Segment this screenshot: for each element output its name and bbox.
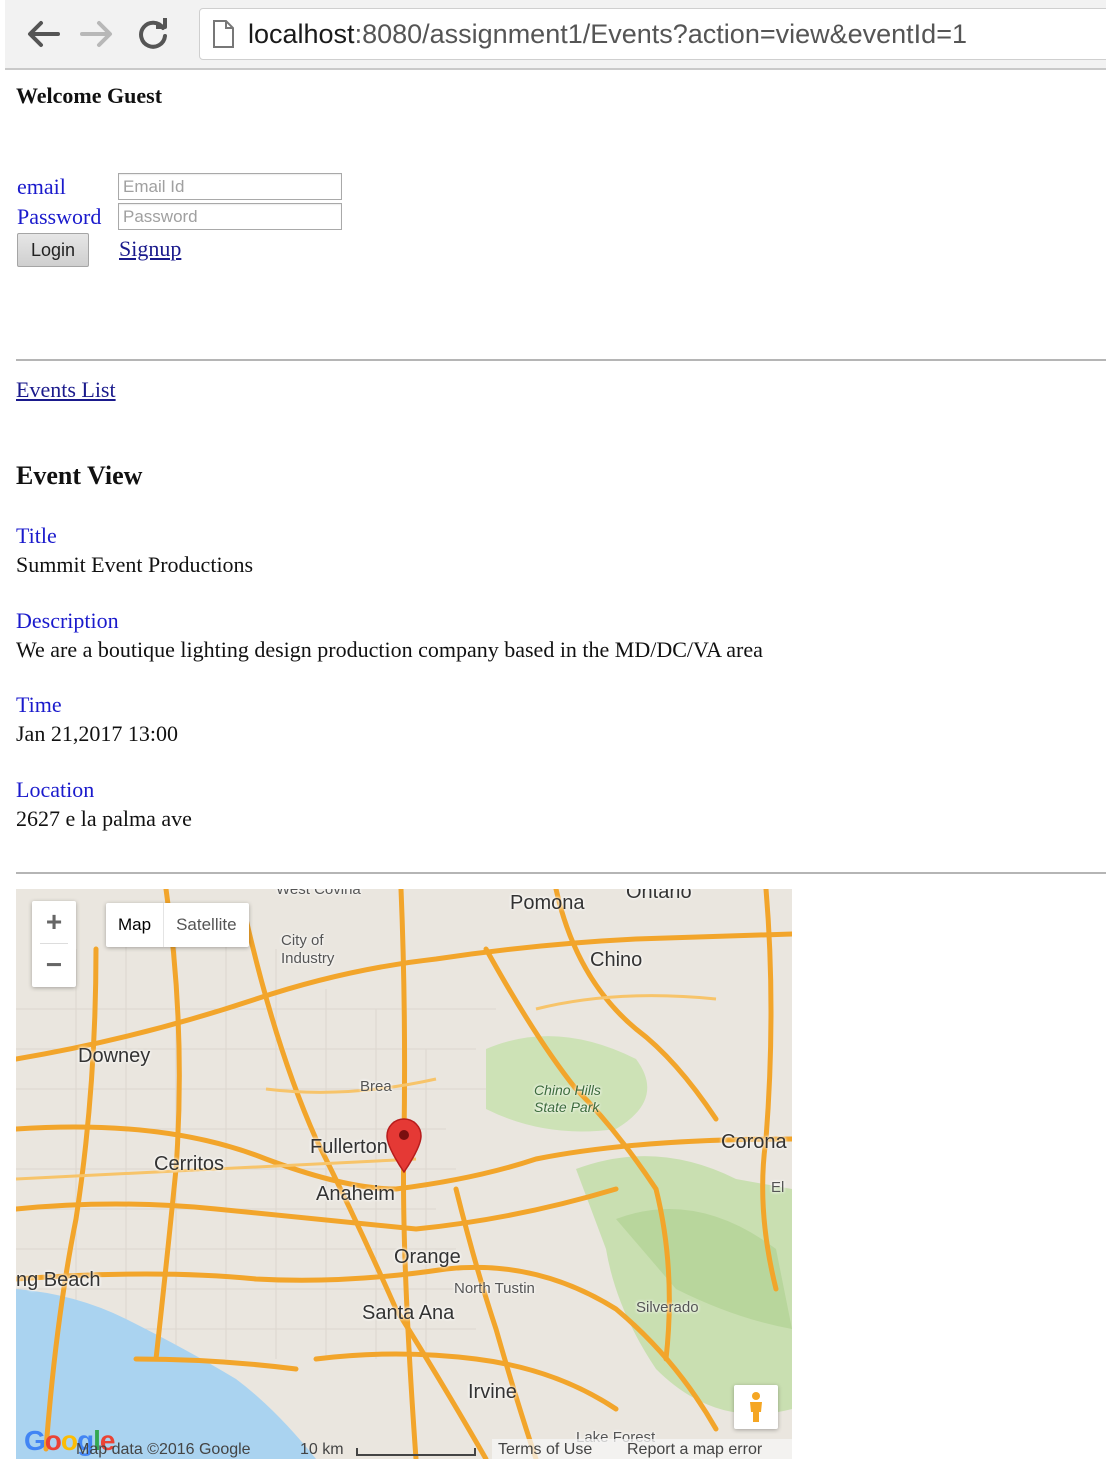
map-label-corona: Corona: [721, 1131, 787, 1153]
map-type-map-button[interactable]: Map: [106, 903, 163, 947]
map-label-city-of-industry: City of Industry: [281, 932, 335, 967]
divider: [16, 872, 1106, 874]
email-label: email: [17, 174, 66, 199]
map-label-anaheim: Anaheim: [316, 1183, 395, 1205]
zoom-controls: + −: [32, 901, 76, 987]
map-label-silverado: Silverado: [636, 1299, 699, 1316]
url-path: :8080/assignment1/Events?action=view&eve…: [354, 18, 967, 49]
map-label-chino-hills: Chino Hills State Park: [534, 1082, 601, 1115]
back-arrow-icon[interactable]: [23, 14, 63, 54]
map-type-satellite-button[interactable]: Satellite: [163, 903, 248, 947]
browser-toolbar: localhost:8080/assignment1/Events?action…: [5, 0, 1106, 70]
map-label-chino: Chino: [590, 949, 643, 971]
map-label-long-beach: ng Beach: [16, 1269, 101, 1291]
forward-arrow-icon[interactable]: [77, 14, 117, 54]
location-value: 2627 e la palma ave: [16, 806, 192, 831]
title-value: Summit Event Productions: [16, 552, 254, 577]
embedded-map[interactable]: West Covina Pomona Ontario Chino City of…: [16, 889, 792, 1459]
address-bar[interactable]: localhost:8080/assignment1/Events?action…: [199, 8, 1106, 60]
map-footer: Google Map data ©2016 Google 10 km Terms…: [16, 1425, 792, 1459]
map-type-control: Map Satellite: [106, 903, 249, 947]
map-label-pomona: Pomona: [510, 892, 585, 914]
events-list-link[interactable]: Events List: [16, 377, 116, 403]
page-icon: [212, 20, 234, 48]
location-label: Location: [16, 777, 95, 802]
map-label-irvine: Irvine: [468, 1381, 517, 1403]
login-button[interactable]: Login: [17, 233, 89, 267]
signup-link[interactable]: Signup: [119, 236, 181, 262]
map-label-west-covina: West Covina: [276, 889, 361, 898]
event-view-heading: Event View: [16, 461, 143, 490]
description-label: Description: [16, 608, 119, 633]
map-label-north-tustin: North Tustin: [454, 1280, 535, 1297]
url-host: localhost: [248, 18, 355, 49]
map-label-brea: Brea: [360, 1078, 392, 1095]
map-label-downey: Downey: [78, 1045, 151, 1067]
time-value: Jan 21,2017 13:00: [16, 721, 178, 746]
zoom-in-button[interactable]: +: [32, 901, 76, 943]
zoom-out-button[interactable]: −: [32, 944, 76, 986]
map-data-attribution: Map data ©2016 Google: [76, 1441, 251, 1458]
terms-of-use-link[interactable]: Terms of Use: [498, 1441, 592, 1459]
map-scale-bar: [356, 1448, 476, 1456]
map-label-orange: Orange: [394, 1246, 461, 1268]
password-label: Password: [17, 204, 102, 229]
map-label-fullerton: Fullerton: [310, 1136, 388, 1158]
map-marker-icon[interactable]: [386, 1118, 422, 1179]
map-scale-label: 10 km: [300, 1441, 344, 1458]
map-label-santa-ana: Santa Ana: [362, 1302, 455, 1324]
map-label-ontario: Ontario: [626, 889, 692, 903]
divider: [16, 359, 1106, 361]
pegman-icon[interactable]: [734, 1385, 778, 1429]
report-map-error-link[interactable]: Report a map error: [627, 1441, 762, 1459]
email-field[interactable]: [118, 173, 342, 200]
map-label-el: El: [771, 1179, 785, 1196]
time-label: Time: [16, 692, 62, 717]
map-label-cerritos: Cerritos: [154, 1153, 225, 1175]
welcome-heading: Welcome Guest: [16, 83, 163, 108]
password-field[interactable]: [118, 203, 342, 230]
reload-icon[interactable]: [133, 14, 173, 54]
title-label: Title: [16, 523, 57, 548]
description-value: We are a boutique lighting design produc…: [16, 637, 763, 662]
